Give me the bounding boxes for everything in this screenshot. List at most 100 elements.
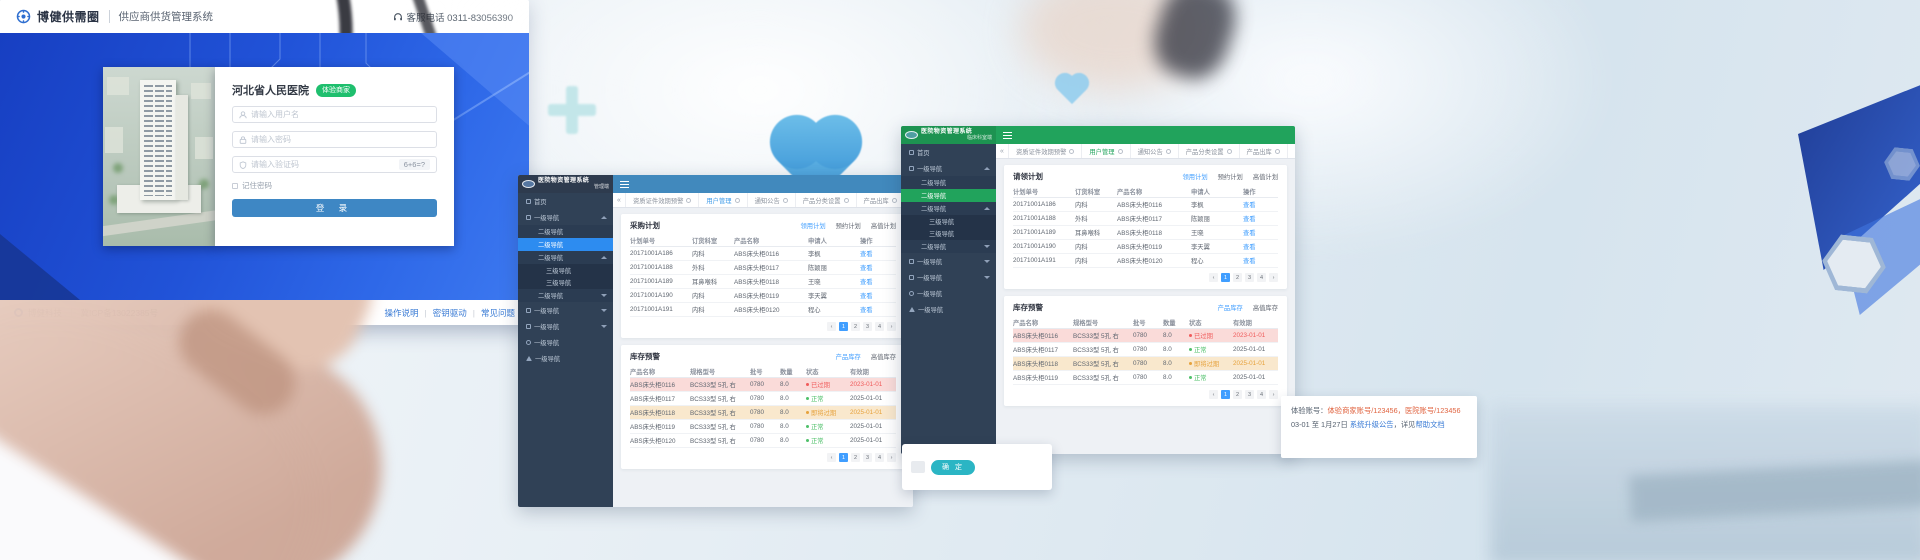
page-next[interactable]: › xyxy=(887,322,896,331)
sidebar-item[interactable]: 三级导航 xyxy=(901,228,996,241)
password-input[interactable]: 请输入密码 xyxy=(232,131,437,148)
card-link[interactable]: 领用计划 xyxy=(800,221,825,230)
card-link[interactable]: 预约计划 xyxy=(1218,172,1243,181)
view-link[interactable]: 查看 xyxy=(860,251,873,258)
sidebar-item-home[interactable]: 首页 xyxy=(518,193,613,209)
tab-0[interactable]: 资质证件效期预警 xyxy=(1009,144,1082,158)
sidebar-item[interactable]: 三级导航 xyxy=(518,264,613,277)
card-link[interactable]: 预约计划 xyxy=(836,221,861,230)
close-circle-icon[interactable] xyxy=(1227,149,1232,154)
sidebar-item[interactable]: 二级导航 xyxy=(901,202,996,215)
card-link[interactable]: 高值计划 xyxy=(871,221,896,230)
page-2[interactable]: 2 xyxy=(851,322,860,331)
page-prev[interactable]: ‹ xyxy=(1209,390,1218,399)
sidebar-item[interactable]: 一级导航 xyxy=(518,318,613,334)
card-link[interactable]: 产品库存 xyxy=(1218,303,1243,312)
tab-2[interactable]: 通知公告 xyxy=(1131,144,1179,158)
sidebar-item[interactable]: 一级导航 xyxy=(518,350,613,366)
view-link[interactable]: 查看 xyxy=(860,265,873,272)
sidebar-item[interactable]: 二级导航 xyxy=(901,240,996,253)
close-circle-icon[interactable] xyxy=(783,198,788,203)
close-circle-icon[interactable] xyxy=(1166,149,1171,154)
page-next[interactable]: › xyxy=(887,453,896,462)
page-prev[interactable]: ‹ xyxy=(827,453,836,462)
collapse-tabs-icon[interactable]: « xyxy=(996,144,1009,158)
page-1[interactable]: 1 xyxy=(1221,273,1230,282)
menu-icon[interactable] xyxy=(620,181,629,188)
sidebar-item[interactable]: 二级导航 xyxy=(901,176,996,189)
card-link[interactable]: 高值库存 xyxy=(871,352,896,361)
page-3[interactable]: 3 xyxy=(863,453,872,462)
sidebar-item[interactable]: 一级导航 xyxy=(518,209,613,225)
tab-3[interactable]: 产品分类设置 xyxy=(796,193,857,207)
page-1[interactable]: 1 xyxy=(839,453,848,462)
card-link[interactable]: 领用计划 xyxy=(1182,172,1207,181)
page-1[interactable]: 1 xyxy=(1221,390,1230,399)
sidebar-item[interactable]: 一级导航 xyxy=(518,302,613,318)
close-circle-icon[interactable] xyxy=(1069,149,1074,154)
sidebar-item[interactable]: 一级导航 xyxy=(901,269,996,285)
page-next[interactable]: › xyxy=(1269,273,1278,282)
page-2[interactable]: 2 xyxy=(1233,273,1242,282)
sidebar-item[interactable]: 三级导航 xyxy=(518,277,613,290)
remember-password-checkbox[interactable]: 记住密码 xyxy=(232,180,437,191)
page-1[interactable]: 1 xyxy=(839,322,848,331)
view-link[interactable]: 查看 xyxy=(1243,216,1256,223)
view-link[interactable]: 查看 xyxy=(860,279,873,286)
confirm-button[interactable]: 确 定 xyxy=(931,460,975,475)
tab-2[interactable]: 通知公告 xyxy=(748,193,796,207)
close-circle-icon[interactable] xyxy=(735,198,740,203)
view-link[interactable]: 查看 xyxy=(860,307,873,314)
page-prev[interactable]: ‹ xyxy=(1209,273,1218,282)
close-circle-icon[interactable] xyxy=(1275,149,1280,154)
card-link[interactable]: 产品库存 xyxy=(836,352,861,361)
page-3[interactable]: 3 xyxy=(863,322,872,331)
sidebar-item[interactable]: 一级导航 xyxy=(901,253,996,269)
tab-0[interactable]: 资质证件效期预警 xyxy=(626,193,699,207)
view-link[interactable]: 查看 xyxy=(1243,258,1256,265)
faq-link[interactable]: 系统升级公告 xyxy=(1350,420,1394,429)
close-circle-icon[interactable] xyxy=(686,198,691,203)
view-link[interactable]: 查看 xyxy=(1243,202,1256,209)
close-circle-icon[interactable] xyxy=(1118,149,1123,154)
page-4[interactable]: 4 xyxy=(1257,390,1266,399)
sidebar-item[interactable]: 二级导航 xyxy=(518,251,613,264)
sidebar-item[interactable]: 一级导航 xyxy=(901,160,996,176)
sidebar-item[interactable]: 一级导航 xyxy=(901,285,996,301)
sidebar-item[interactable]: 二级导航 xyxy=(518,225,613,238)
view-link[interactable]: 查看 xyxy=(1243,230,1256,237)
page-2[interactable]: 2 xyxy=(1233,390,1242,399)
login-button[interactable]: 登 录 xyxy=(232,199,437,217)
sidebar-item-home[interactable]: 首页 xyxy=(901,144,996,160)
tab-4[interactable]: 产品出库 xyxy=(857,193,905,207)
faq-link[interactable]: 帮助文档 xyxy=(1415,420,1444,429)
card-link[interactable]: 高值计划 xyxy=(1253,172,1278,181)
tab-1[interactable]: 用户管理 xyxy=(1082,144,1130,158)
page-4[interactable]: 4 xyxy=(875,453,884,462)
sidebar-item[interactable]: 二级导航 xyxy=(901,189,996,202)
collapse-tabs-icon[interactable]: « xyxy=(613,193,626,207)
view-link[interactable]: 查看 xyxy=(860,293,873,300)
page-next[interactable]: › xyxy=(1269,390,1278,399)
page-prev[interactable]: ‹ xyxy=(827,322,836,331)
page-4[interactable]: 4 xyxy=(875,322,884,331)
captcha-input[interactable]: 请输入验证码 6+6=? xyxy=(232,156,437,173)
page-3[interactable]: 3 xyxy=(1245,390,1254,399)
view-link[interactable]: 查看 xyxy=(1243,244,1256,251)
menu-icon[interactable] xyxy=(1003,132,1012,139)
captcha-question[interactable]: 6+6=? xyxy=(399,159,430,170)
card-link[interactable]: 高值库存 xyxy=(1253,303,1278,312)
sidebar-item[interactable]: 二级导航 xyxy=(518,238,613,251)
page-4[interactable]: 4 xyxy=(1257,273,1266,282)
page-3[interactable]: 3 xyxy=(1245,273,1254,282)
sidebar-item[interactable]: 一级导航 xyxy=(518,334,613,350)
page-2[interactable]: 2 xyxy=(851,453,860,462)
tab-4[interactable]: 产品出库 xyxy=(1240,144,1288,158)
username-input[interactable]: 请输入用户名 xyxy=(232,106,437,123)
tab-1[interactable]: 用户管理 xyxy=(699,193,747,207)
sidebar-item[interactable]: 二级导航 xyxy=(518,289,613,302)
close-circle-icon[interactable] xyxy=(892,198,897,203)
sidebar-item[interactable]: 三级导航 xyxy=(901,215,996,228)
close-circle-icon[interactable] xyxy=(844,198,849,203)
sidebar-item[interactable]: 一级导航 xyxy=(901,301,996,317)
